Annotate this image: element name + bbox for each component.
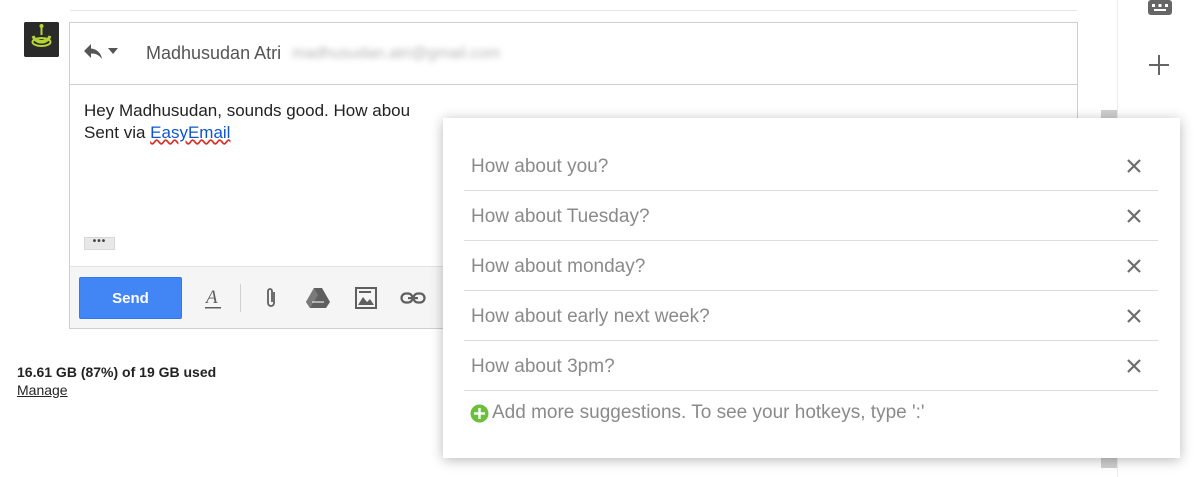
chevron-down-icon xyxy=(108,48,118,54)
storage-usage: 16.61 GB (87%) of 19 GB used xyxy=(17,364,217,380)
avatar-logo-icon xyxy=(24,22,59,57)
suggestion-item[interactable]: How about monday? xyxy=(464,241,1158,291)
add-suggestions-button[interactable]: Add more suggestions. To see your hotkey… xyxy=(470,402,925,424)
recipient-email: madhusudan.atri@gmail.com xyxy=(292,45,501,62)
divider xyxy=(70,10,1077,11)
suggestion-item[interactable]: How about early next week? xyxy=(464,291,1158,341)
close-icon[interactable] xyxy=(1124,306,1144,326)
suggestion-label: How about monday? xyxy=(471,256,646,277)
message-line: Hey Madhusudan, sounds good. How abou xyxy=(84,101,411,120)
message-body[interactable]: Hey Madhusudan, sounds good. How abou Se… xyxy=(84,100,410,144)
show-trimmed-content-button[interactable]: ••• xyxy=(84,237,115,250)
signature-link[interactable]: EasyEmail xyxy=(150,123,230,142)
link-icon[interactable] xyxy=(400,285,426,311)
avatar xyxy=(24,22,59,57)
add-circle-icon xyxy=(470,404,489,422)
photo-icon[interactable] xyxy=(353,285,379,311)
manage-storage-link[interactable]: Manage xyxy=(17,382,68,398)
suggestion-label: How about early next week? xyxy=(471,306,710,327)
signature-line: Sent via EasyEmail xyxy=(84,122,410,144)
keyboard-icon[interactable] xyxy=(1147,0,1173,16)
drive-icon[interactable] xyxy=(305,285,331,311)
suggestion-item[interactable]: How about 3pm? xyxy=(464,341,1158,391)
text-format-icon[interactable]: A xyxy=(200,285,226,311)
suggestion-label: How about you? xyxy=(471,156,609,177)
suggestion-label: How about Tuesday? xyxy=(471,206,650,227)
plus-icon[interactable] xyxy=(1146,52,1172,78)
scrollbar-thumb[interactable] xyxy=(1101,458,1117,468)
close-icon[interactable] xyxy=(1124,356,1144,376)
close-icon[interactable] xyxy=(1124,206,1144,226)
suggestions-panel: How about you? How about Tuesday? How ab… xyxy=(443,118,1180,458)
send-button[interactable]: Send xyxy=(79,277,182,319)
suggestion-item[interactable]: How about you? xyxy=(464,141,1158,191)
reply-type-dropdown[interactable] xyxy=(82,41,118,61)
recipient-row: Madhusudan Atri madhusudan.atri@gmail.co… xyxy=(70,23,1077,85)
svg-text:A: A xyxy=(204,287,218,308)
add-suggestions-label: Add more suggestions. To see your hotkey… xyxy=(492,402,925,423)
close-icon[interactable] xyxy=(1124,256,1144,276)
suggestion-label: How about 3pm? xyxy=(471,356,615,377)
attachment-icon[interactable] xyxy=(258,285,284,311)
reply-arrow-icon xyxy=(84,44,102,59)
signature-prefix: Sent via xyxy=(84,123,151,142)
recipient-name: Madhusudan Atri xyxy=(146,43,282,63)
close-icon[interactable] xyxy=(1124,156,1144,176)
toolbar-separator xyxy=(240,284,241,312)
suggestion-item[interactable]: How about Tuesday? xyxy=(464,191,1158,241)
